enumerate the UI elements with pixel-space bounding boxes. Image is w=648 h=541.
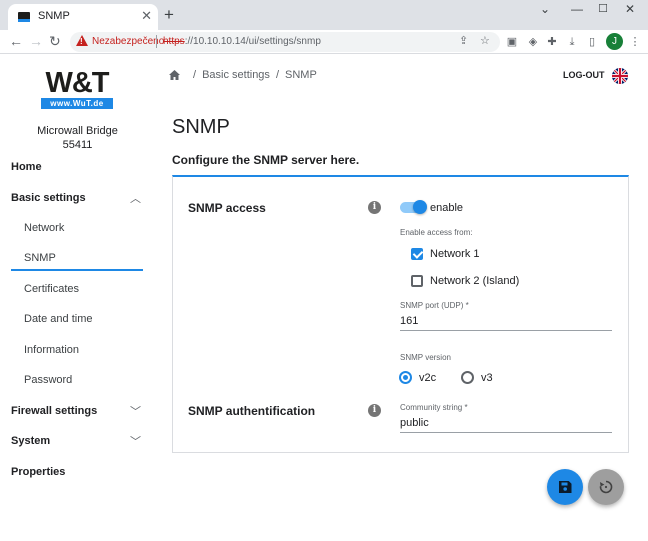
home-icon[interactable] <box>169 70 180 80</box>
snmp-settings-card: SNMP access i enable Enable access from:… <box>172 175 629 453</box>
sidebar-item-firewall-settings[interactable]: Firewall settings ﹀ <box>0 397 155 427</box>
breadcrumb-separator: / <box>193 69 197 81</box>
sidebar-item-label: Home <box>11 161 42 173</box>
url-divider <box>156 35 157 48</box>
snmp-version-label: SNMP version <box>400 353 451 362</box>
save-button[interactable] <box>547 469 583 505</box>
profile-avatar[interactable]: J <box>606 33 623 50</box>
sidebar-item-label: Basic settings <box>11 192 86 204</box>
sidebar-item-system[interactable]: System ﹀ <box>0 427 155 457</box>
sidebar-item-label: Properties <box>11 466 66 478</box>
sidebar-item-network[interactable]: Network <box>0 214 155 244</box>
network-1-label: Network 1 <box>430 248 480 260</box>
close-tab-icon[interactable]: ✕ <box>141 8 152 24</box>
sidebar-item-label: Firewall settings <box>11 405 98 417</box>
reset-icon <box>599 480 613 494</box>
sidebar-item-information[interactable]: Information <box>0 336 155 366</box>
chevron-up-icon: ︿ <box>130 193 141 205</box>
snmp-version-v2c-label: v2c <box>419 372 437 384</box>
sidebar-item-snmp[interactable]: SNMP <box>0 244 155 274</box>
address-bar[interactable]: Nezabezpečeno https://10.10.10.14/ui/set… <box>70 32 500 52</box>
sidebar-item-certificates[interactable]: Certificates <box>0 275 155 305</box>
extension-icon-2[interactable]: ◈ <box>526 35 540 49</box>
sidebar-item-password[interactable]: Password <box>0 366 155 396</box>
browser-tab-title: SNMP <box>38 10 70 22</box>
community-string-label: Community string * <box>400 403 468 412</box>
sidebar-item-label: Network <box>24 222 65 234</box>
snmp-version-v2c-radio[interactable] <box>399 371 412 384</box>
security-warning-label[interactable]: Nezabezpečeno <box>92 36 164 47</box>
maximize-window-icon[interactable]: ☐ <box>591 2 615 15</box>
snmp-access-info-icon[interactable]: i <box>368 201 381 214</box>
url-path: ://10.10.10.14/ui/settings/snmp <box>184 36 321 47</box>
extensions-icon[interactable]: ✚ <box>545 35 559 49</box>
back-arrow-icon[interactable]: ← <box>9 33 23 49</box>
sidebar-item-properties[interactable]: Properties <box>0 458 155 488</box>
bookmark-star-icon[interactable]: ☆ <box>480 34 490 47</box>
enable-label: enable <box>430 202 464 214</box>
sidebar-item-label: Date and time <box>24 313 93 325</box>
device-name: Microwall Bridge <box>37 125 118 137</box>
sidebar: W&T www.WuT.de Microwall Bridge 55411 Ho… <box>0 55 155 541</box>
snmp-version-v3-label: v3 <box>481 372 493 384</box>
tab-search-chevron-icon[interactable]: ⌄ <box>533 2 557 16</box>
snmp-port-label: SNMP port (UDP) * <box>400 301 469 310</box>
sidebar-item-basic-settings[interactable]: Basic settings ︿ <box>0 184 155 214</box>
wut-logo: W&T www.WuT.de <box>41 68 113 112</box>
sidebar-item-label: SNMP <box>24 252 56 264</box>
uk-flag-language-icon[interactable] <box>612 68 628 84</box>
sidebar-item-label: Certificates <box>24 283 80 295</box>
breadcrumb: / Basic settings / SNMP <box>169 69 317 81</box>
side-panel-icon[interactable]: ▯ <box>585 35 599 49</box>
snmp-version-v3-radio[interactable] <box>461 371 474 384</box>
community-string-input[interactable] <box>400 413 612 433</box>
close-window-icon[interactable]: ✕ <box>618 2 642 16</box>
reload-icon[interactable]: ↻ <box>49 33 61 50</box>
forward-arrow-icon[interactable]: → <box>29 33 43 49</box>
site-favicon-icon <box>18 12 30 22</box>
snmp-enable-toggle[interactable] <box>400 200 427 214</box>
snmp-auth-info-icon[interactable]: i <box>368 404 381 417</box>
chevron-down-icon: ﹀ <box>130 436 141 448</box>
snmp-port-input[interactable] <box>400 311 612 331</box>
download-icon[interactable]: ⤓ <box>565 35 579 49</box>
enable-access-from-label: Enable access from: <box>400 228 473 237</box>
security-warning-icon[interactable] <box>76 35 88 46</box>
breadcrumb-snmp: SNMP <box>285 69 317 81</box>
logout-button[interactable]: LOG-OUT <box>563 70 605 80</box>
url-scheme: https <box>163 36 185 47</box>
sidebar-item-label: Password <box>24 374 73 386</box>
breadcrumb-basic-settings[interactable]: Basic settings <box>202 69 270 81</box>
browser-toolbar: ← → ↻ Nezabezpečeno https://10.10.10.14/… <box>0 30 648 54</box>
extension-puzzle-icon-1[interactable]: ▣ <box>505 35 519 49</box>
network-2-checkbox[interactable] <box>411 275 423 287</box>
page-title: SNMP <box>172 116 230 138</box>
reset-button[interactable] <box>588 469 624 505</box>
sidebar-item-home[interactable]: Home <box>0 153 155 183</box>
logo-subtext: www.WuT.de <box>41 98 113 109</box>
sidebar-item-label: System <box>11 435 51 447</box>
browser-tab[interactable]: SNMP ✕ <box>8 4 158 30</box>
network-1-checkbox[interactable] <box>411 248 423 260</box>
device-id: 55411 <box>62 139 93 151</box>
browser-tab-strip: SNMP ✕ + ⌄ — ☐ ✕ <box>0 0 648 30</box>
new-tab-button[interactable]: + <box>164 5 174 25</box>
chevron-down-icon: ﹀ <box>130 406 141 418</box>
page-subtitle: Configure the SNMP server here. <box>172 153 360 167</box>
snmp-auth-heading: SNMP authentification <box>188 404 316 418</box>
minimize-window-icon[interactable]: — <box>565 2 589 16</box>
url-text[interactable]: https://10.10.10.14/ui/settings/snmp <box>163 36 321 47</box>
share-icon[interactable]: ⇪ <box>459 34 468 47</box>
snmp-access-heading: SNMP access <box>188 201 266 215</box>
sidebar-item-label: Information <box>24 344 80 356</box>
browser-menu-icon[interactable]: ⋮ <box>628 35 642 49</box>
sidebar-item-date-and-time[interactable]: Date and time <box>0 305 155 335</box>
logo-text: W&T <box>45 67 109 99</box>
network-2-label: Network 2 (Island) <box>430 275 520 287</box>
breadcrumb-separator: / <box>275 69 279 81</box>
floppy-disk-icon <box>559 481 572 493</box>
